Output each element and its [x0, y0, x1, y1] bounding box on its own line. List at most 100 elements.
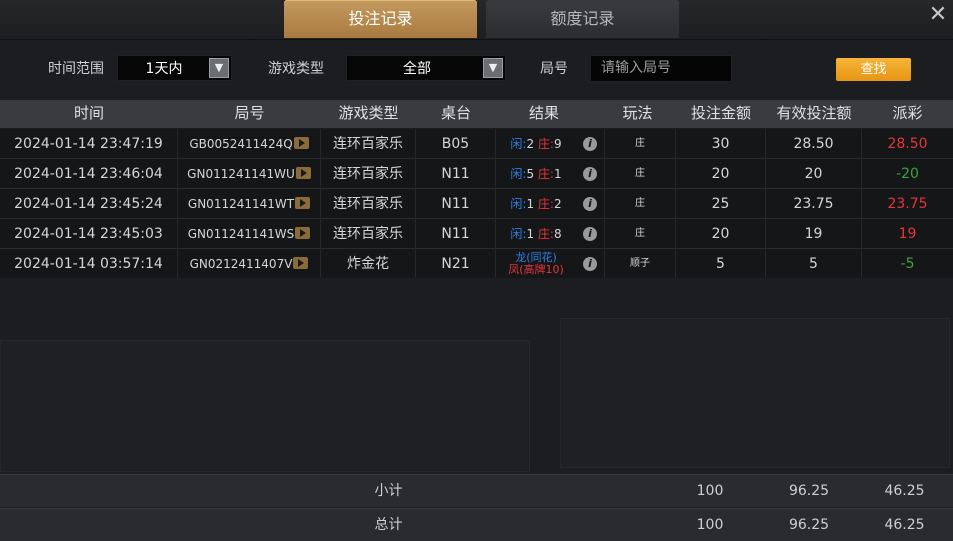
banker-label: 庄:: [537, 197, 554, 211]
info-icon[interactable]: i: [583, 167, 597, 181]
cell-play: 庄: [605, 159, 676, 189]
table-header: 时间 局号 游戏类型 桌台 结果 玩法 投注金额 有效投注额 派彩: [0, 100, 953, 128]
header-result: 结果: [528, 104, 559, 122]
cell-table: N21: [416, 249, 496, 279]
cell-bet-amount: 20: [676, 219, 766, 249]
info-icon[interactable]: i: [583, 197, 597, 211]
cell-play: 庄: [605, 189, 676, 219]
cell-payout: 23.75: [887, 196, 928, 212]
cell-result: 龙(同花) 凤(高牌10): [496, 249, 576, 279]
search-button[interactable]: 查找: [836, 58, 911, 81]
cell-valid-bet: 23.75: [766, 189, 862, 219]
cell-time: 2024-01-14 03:57:14: [0, 249, 178, 279]
cell-info[interactable]: i: [576, 129, 605, 159]
table-row: 2024-01-14 03:57:14 GN0212411407V 炸金花 N2…: [0, 249, 953, 279]
phoenix-result: 凤(高牌10): [508, 263, 564, 276]
chevron-down-icon[interactable]: ▼: [209, 58, 229, 78]
header-play: 玩法: [622, 104, 653, 122]
cell-game-type: 炸金花: [321, 249, 416, 279]
banker-value: 9: [553, 137, 562, 151]
close-icon[interactable]: ✕: [927, 4, 949, 26]
info-icon[interactable]: i: [583, 137, 597, 151]
tab-credit-records[interactable]: 额度记录: [486, 0, 679, 38]
cell-table: B05: [416, 129, 496, 159]
player-label: 闲:: [510, 197, 527, 211]
time-range-value: 1天内: [145, 61, 183, 77]
cell-round[interactable]: GN011241141WU: [178, 159, 321, 189]
info-icon[interactable]: i: [583, 257, 597, 271]
play-video-icon[interactable]: [293, 257, 309, 269]
chevron-down-icon[interactable]: ▼: [483, 58, 503, 78]
cell-valid-bet: 28.50: [766, 129, 862, 159]
round-input[interactable]: 请输入局号: [590, 55, 732, 82]
cell-time: 2024-01-14 23:45:24: [0, 189, 178, 219]
time-range-select[interactable]: 1天内 ▼: [117, 55, 232, 81]
cell-info[interactable]: i: [576, 189, 605, 219]
cell-table: N11: [416, 219, 496, 249]
cell-payout: -5: [900, 256, 915, 272]
filter-bar: 时间范围 1天内 ▼ 游戏类型 全部 ▼ 局号 请输入局号 查找: [0, 40, 953, 100]
empty-table-area: [0, 278, 953, 473]
player-value: 1: [526, 197, 535, 211]
cell-play: 庄: [605, 129, 676, 159]
cell-info[interactable]: i: [576, 249, 605, 279]
game-type-label: 游戏类型: [268, 61, 324, 77]
player-label: 闲:: [510, 137, 527, 151]
game-type-select[interactable]: 全部 ▼: [346, 55, 506, 81]
cell-bet-amount: 5: [676, 249, 766, 279]
cell-valid-bet: 19: [766, 219, 862, 249]
play-video-icon[interactable]: [295, 197, 311, 209]
cell-bet-amount: 30: [676, 129, 766, 159]
cell-valid-bet: 5: [766, 249, 862, 279]
round-id: GB0052411424Q: [189, 137, 293, 151]
tab-bet-records[interactable]: 投注记录: [284, 0, 477, 38]
subtotal-row: 小计 100 96.25 46.25: [0, 474, 953, 507]
total-bet: 100: [696, 517, 724, 533]
cell-table: N11: [416, 189, 496, 219]
play-video-icon[interactable]: [293, 137, 309, 149]
banker-value: 2: [553, 197, 562, 211]
cell-payout: -20: [896, 166, 919, 182]
cell-round[interactable]: GB0052411424Q: [178, 129, 321, 159]
background-panel: [560, 318, 950, 468]
player-value: 5: [526, 167, 535, 181]
cell-payout: 19: [898, 226, 917, 242]
cell-round[interactable]: GN0212411407V: [178, 249, 321, 279]
table-row: 2024-01-14 23:47:19 GB0052411424Q 连环百家乐 …: [0, 129, 953, 159]
cell-play: 顺子: [605, 249, 676, 279]
total-label: 总计: [374, 517, 403, 533]
round-id: GN011241141WT: [187, 197, 295, 211]
round-id: GN0212411407V: [189, 257, 293, 271]
round-label: 局号: [540, 61, 568, 77]
header-game-type: 游戏类型: [338, 104, 399, 122]
cell-info[interactable]: i: [576, 219, 605, 249]
time-range-label: 时间范围: [48, 61, 104, 77]
cell-time: 2024-01-14 23:45:03: [0, 219, 178, 249]
cell-round[interactable]: GN011241141WS: [178, 219, 321, 249]
banker-label: 庄:: [537, 137, 554, 151]
header-round: 局号: [234, 104, 265, 122]
cell-info[interactable]: i: [576, 159, 605, 189]
cell-play: 庄: [605, 219, 676, 249]
total-valid: 96.25: [788, 517, 830, 533]
round-id: GN011241141WS: [187, 227, 295, 241]
cell-time: 2024-01-14 23:46:04: [0, 159, 178, 189]
game-type-value: 全部: [403, 61, 431, 77]
cell-valid-bet: 20: [766, 159, 862, 189]
subtotal-bet: 100: [696, 483, 724, 499]
cell-game-type: 连环百家乐: [321, 159, 416, 189]
info-icon[interactable]: i: [583, 227, 597, 241]
cell-game-type: 连环百家乐: [321, 189, 416, 219]
table-row: 2024-01-14 23:45:24 GN011241141WT 连环百家乐 …: [0, 189, 953, 219]
cell-table: N11: [416, 159, 496, 189]
tab-bar: 投注记录 额度记录 ✕: [0, 0, 953, 40]
cell-round[interactable]: GN011241141WT: [178, 189, 321, 219]
play-video-icon[interactable]: [295, 227, 311, 239]
table-row: 2024-01-14 23:46:04 GN011241141WU 连环百家乐 …: [0, 159, 953, 189]
player-value: 2: [526, 137, 535, 151]
header-time: 时间: [73, 104, 104, 122]
play-video-icon[interactable]: [295, 167, 311, 179]
cell-bet-amount: 25: [676, 189, 766, 219]
player-label: 闲:: [510, 227, 527, 241]
banker-value: 8: [553, 227, 562, 241]
